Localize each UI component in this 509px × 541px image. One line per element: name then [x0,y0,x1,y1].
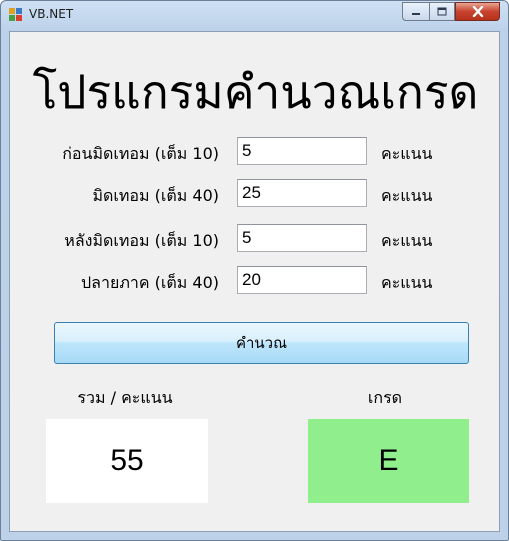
midterm-unit: คะแนน [381,186,433,205]
window-title: VB.NET [29,7,74,21]
pre-midterm-unit: คะแนน [381,144,433,163]
maximize-icon [437,7,447,16]
post-midterm-input[interactable] [237,224,367,252]
close-button[interactable] [455,2,500,21]
final-exam-unit: คะแนน [381,273,433,292]
grade-label: เกรด [367,388,403,407]
maximize-button[interactable] [429,2,455,21]
final-exam-input[interactable] [237,266,367,294]
app-window: VB.NET โปรแกรมคำนวณเกรด ก่อนมิดเทอม (เต็… [0,0,509,541]
post-midterm-unit: คะแนน [381,231,433,250]
final-exam-label: ปลายภาค (เต็ม 40) [81,273,219,292]
pre-midterm-input[interactable] [237,137,367,165]
total-score-display: 55 [46,419,208,503]
page-title: โปรแกรมคำนวณเกรด [32,65,479,119]
midterm-label: มิดเทอม (เต็ม 40) [92,186,219,205]
calculate-button[interactable]: คำนวณ [54,322,469,364]
pre-midterm-label: ก่อนมิดเทอม (เต็ม 10) [62,144,219,163]
total-score-label: รวม / คะแนน [77,388,173,407]
minimize-button[interactable] [402,2,429,21]
form-client-area: โปรแกรมคำนวณเกรด ก่อนมิดเทอม (เต็ม 10) ค… [9,31,500,532]
post-midterm-label: หลังมิดเทอม (เต็ม 10) [64,231,219,250]
app-icon[interactable] [9,8,23,22]
title-bar[interactable]: VB.NET [1,1,508,31]
close-icon [472,6,483,17]
midterm-input[interactable] [237,179,367,207]
grade-display: E [308,419,469,503]
minimize-icon [412,12,420,15]
